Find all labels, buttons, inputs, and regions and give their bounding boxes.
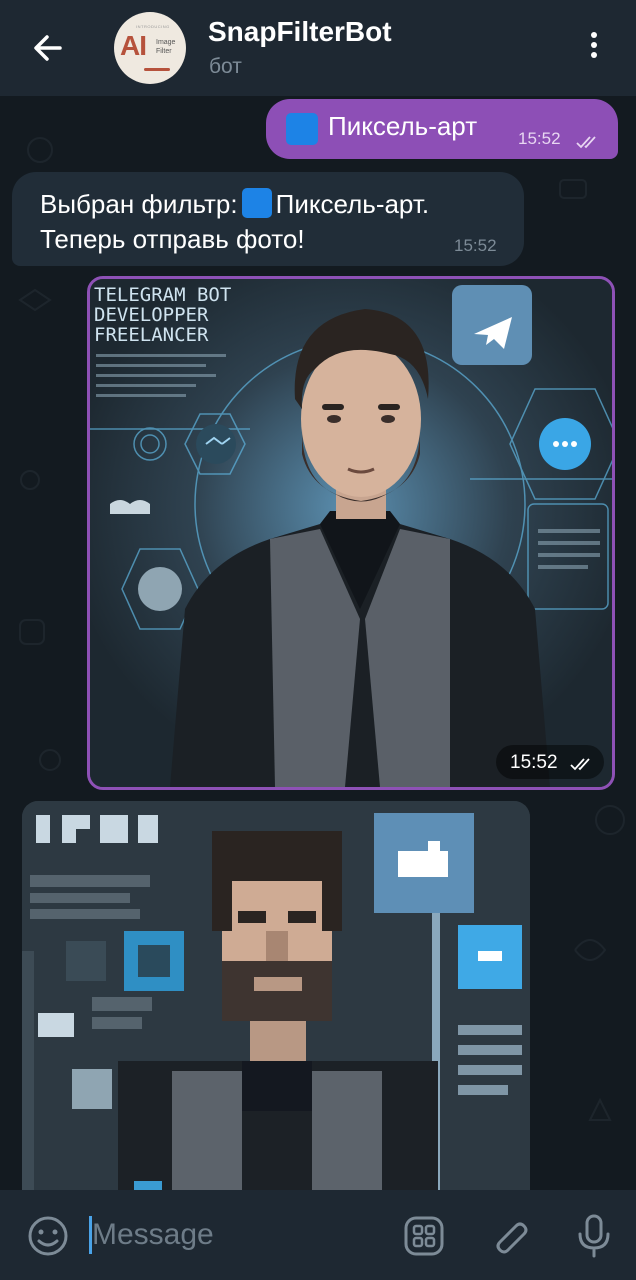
smile-icon[interactable]: [24, 1212, 72, 1260]
photo-pixel-art: [22, 801, 530, 1201]
photo-message-outgoing[interactable]: TELEGRAM BOT DEVELOPPER FREELANCER 15:52: [87, 276, 615, 790]
double-check-icon: [570, 758, 590, 771]
avatar-logo-text: AI: [120, 30, 147, 61]
photo-overlay-line1: TELEGRAM BOT: [94, 284, 231, 306]
message-text-line2: Теперь отправь фото!: [40, 224, 305, 254]
chat-subtitle: бот: [209, 55, 242, 78]
paperclip-icon[interactable]: [486, 1212, 534, 1260]
photo-timestamp: 15:52: [496, 745, 604, 779]
avatar[interactable]: INTRODUCING AI Image Filter: [114, 12, 186, 84]
double-check-icon: [576, 136, 596, 149]
message-bubble-incoming[interactable]: Выбран фильтр: Пиксель-арт. Теперь отправ…: [12, 172, 524, 266]
photo-original: TELEGRAM BOT DEVELOPPER FREELANCER: [90, 279, 612, 787]
blue-square-emoji: [241, 188, 272, 218]
message-text-line1: Выбран фильтр: Пиксель-арт.: [40, 188, 430, 219]
message-time: 15:52: [518, 129, 561, 148]
message-composer: Message: [0, 1190, 636, 1280]
message-text: Пиксель-арт: [328, 111, 478, 141]
more-vertical-icon[interactable]: [584, 28, 604, 68]
photo-overlay-line3: FREELANCER: [94, 324, 209, 346]
avatar-tagline: INTRODUCING: [136, 24, 170, 29]
photo-message-incoming[interactable]: [22, 801, 530, 1201]
arrow-left-icon[interactable]: [28, 28, 68, 68]
message-bubble-outgoing[interactable]: Пиксель-арт 15:52: [266, 99, 618, 159]
message-input[interactable]: Message: [92, 1218, 214, 1252]
chat-title[interactable]: SnapFilterBot: [208, 16, 392, 48]
avatar-logo-bar: [144, 68, 170, 71]
avatar-logo-subtitle: Image Filter: [156, 39, 176, 55]
bot-commands-icon[interactable]: [400, 1212, 448, 1260]
chat-header: INTRODUCING AI Image Filter SnapFilterBot…: [0, 0, 636, 96]
message-time: 15:52: [454, 236, 497, 255]
blue-square-emoji: [286, 113, 318, 145]
photo-overlay-line2: DEVELOPPER: [94, 304, 209, 326]
microphone-icon[interactable]: [570, 1212, 618, 1260]
